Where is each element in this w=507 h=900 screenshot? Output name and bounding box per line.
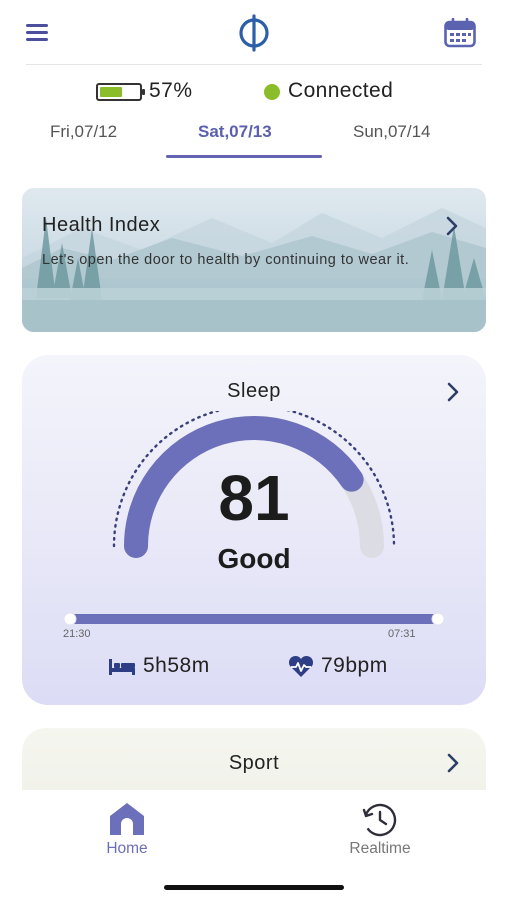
health-index-card[interactable]: Health Index Let's open the door to heal… bbox=[22, 188, 486, 332]
sleep-card-title: Sleep bbox=[227, 380, 281, 402]
heart-rate-icon bbox=[288, 655, 314, 677]
heart-rate-value: 79bpm bbox=[321, 654, 388, 677]
connection-status-label: Connected bbox=[288, 79, 394, 102]
chevron-right-icon bbox=[446, 216, 458, 236]
health-index-title: Health Index bbox=[42, 214, 161, 236]
device-status-row: 57% Connected bbox=[0, 76, 507, 106]
sleep-start-time: 21:30 bbox=[63, 628, 91, 640]
sleep-card[interactable]: Sleep 81 Good 21:30 07:31 5h58m 79bpm bbox=[22, 355, 486, 705]
sleep-duration-stat: 5h58m bbox=[108, 653, 248, 681]
nav-realtime-label: Realtime bbox=[349, 840, 411, 857]
bottom-navigation: Home Realtime bbox=[0, 790, 507, 900]
calendar-button[interactable] bbox=[444, 17, 476, 48]
connection-status-dot bbox=[264, 84, 280, 100]
chevron-right-icon bbox=[447, 753, 459, 773]
sleep-duration-value: 5h58m bbox=[143, 654, 210, 677]
header-divider bbox=[26, 64, 482, 65]
sport-card-title: Sport bbox=[228, 752, 280, 774]
nav-home[interactable]: Home bbox=[67, 796, 187, 860]
sport-card[interactable]: Sport bbox=[22, 728, 486, 792]
tab-date-previous[interactable]: Fri,07/12 bbox=[50, 122, 117, 142]
home-indicator bbox=[164, 885, 344, 890]
date-tabs: Fri,07/12 Sat,07/13 Sun,07/14 bbox=[0, 118, 507, 162]
home-icon bbox=[110, 803, 144, 835]
history-clock-icon bbox=[362, 803, 397, 837]
battery-level-fill bbox=[100, 87, 122, 97]
top-bar bbox=[0, 0, 507, 66]
tab-date-next[interactable]: Sun,07/14 bbox=[353, 122, 431, 142]
health-index-description: Let's open the door to health by continu… bbox=[42, 252, 410, 268]
bed-icon bbox=[109, 659, 135, 675]
heart-rate-stat: 79bpm bbox=[287, 653, 427, 681]
battery-icon bbox=[96, 83, 145, 101]
menu-button[interactable] bbox=[24, 22, 52, 44]
tab-date-selected[interactable]: Sat,07/13 bbox=[198, 122, 272, 142]
sleep-end-time: 07:31 bbox=[388, 628, 416, 640]
battery-percentage: 57% bbox=[149, 79, 193, 102]
sleep-timeline-bar bbox=[64, 612, 444, 626]
phi-logo-icon bbox=[239, 14, 269, 52]
active-tab-indicator bbox=[166, 155, 322, 158]
calendar-icon bbox=[444, 17, 476, 48]
sleep-score-value: 81 bbox=[218, 462, 290, 534]
nav-home-label: Home bbox=[106, 840, 148, 857]
chevron-right-icon bbox=[447, 382, 459, 402]
nav-realtime[interactable]: Realtime bbox=[320, 796, 440, 860]
sleep-quality-label: Good bbox=[217, 543, 291, 574]
